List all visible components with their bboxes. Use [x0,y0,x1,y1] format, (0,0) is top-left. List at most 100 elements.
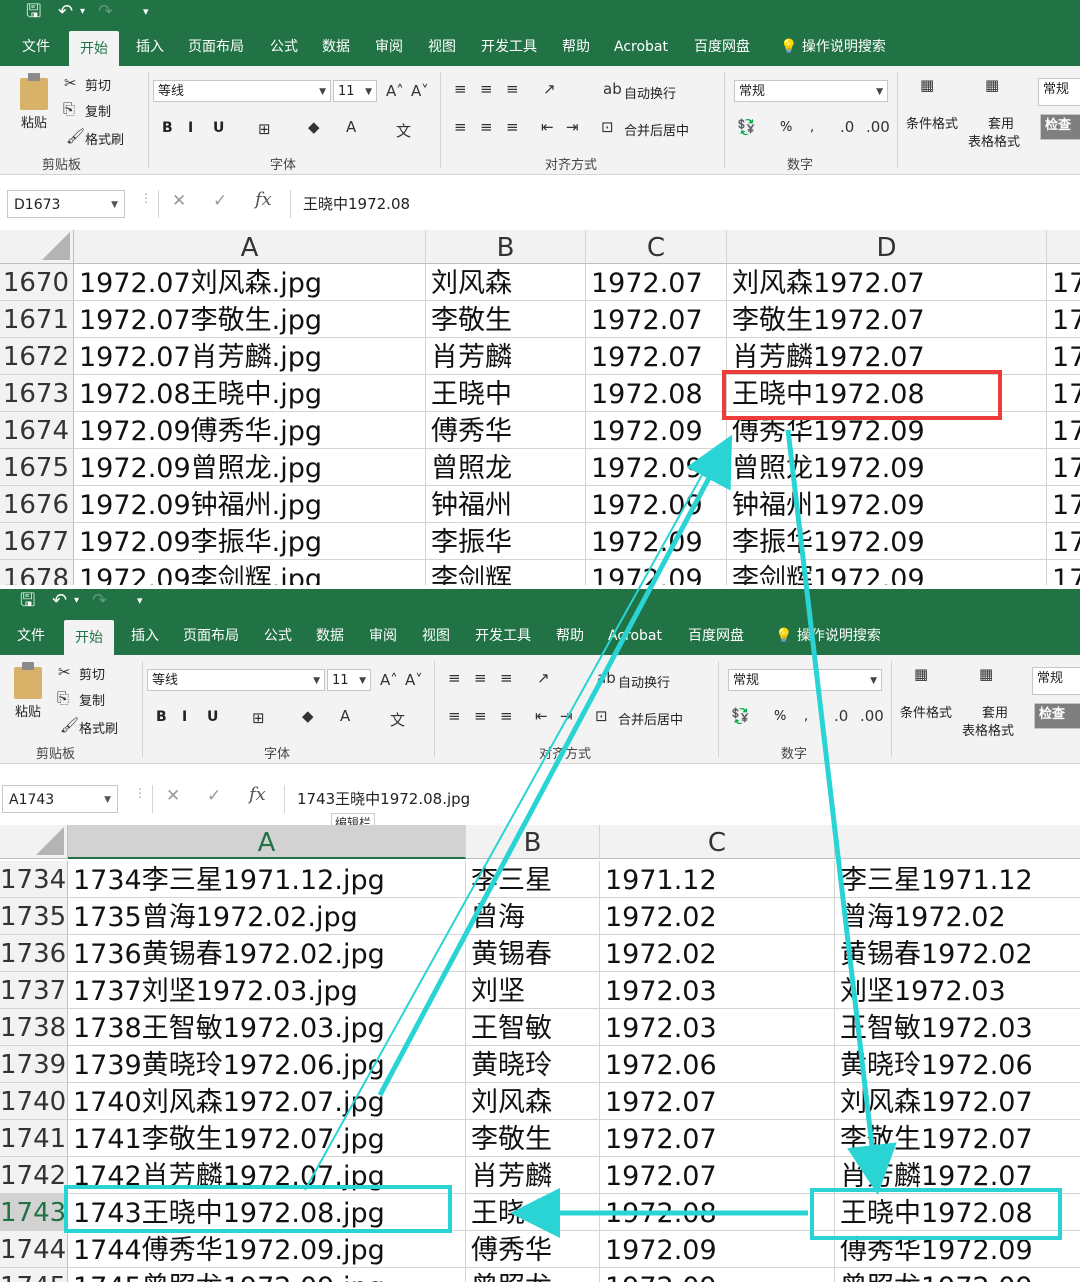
cell-d[interactable]: 李振华1972.09 [727,523,1047,560]
column-header[interactable]: B [466,825,600,859]
tab-6[interactable]: 审阅 [369,615,397,655]
tab-9[interactable]: 帮助 [562,26,590,66]
cell-c[interactable]: 1972.02 [600,898,835,935]
cell-e[interactable]: 17 [1047,412,1080,449]
align-left-icon[interactable]: ≡ [454,118,467,136]
row-header[interactable]: 1735 [0,898,68,935]
cell-b[interactable]: 傅秀华 [426,412,586,449]
cut-button[interactable]: 剪切 [79,664,105,683]
chevron-down-icon[interactable]: ▼ [104,786,111,814]
percent-button[interactable]: % [774,709,786,724]
align-top-icon[interactable]: ≡ [454,80,467,98]
column-header[interactable]: C [600,825,835,859]
font-color-icon[interactable]: A [346,118,356,136]
tell-me-search[interactable]: 💡 操作说明搜索 [780,26,886,66]
cell-d[interactable]: 李敬生1972.07 [727,301,1047,338]
chevron-down-icon[interactable]: ▼ [319,81,326,103]
format-painter-icon[interactable]: 🖌 [60,716,79,734]
row-header[interactable]: 1673 [0,375,74,412]
cell-a[interactable]: 1972.07李敬生.jpg [74,301,426,338]
font-name-select[interactable]: 等线 ▼ [153,80,331,102]
decrease-decimal-icon[interactable]: .00 [866,118,890,136]
cell-c[interactable]: 1972.08 [600,1194,835,1231]
cell-b[interactable]: 王晓中 [426,375,586,412]
cell-a[interactable]: 1972.07刘风森.jpg [74,264,426,301]
cell-style-check[interactable]: 检查 [1034,703,1080,729]
enter-icon[interactable]: ✓ [213,191,227,211]
cell-d[interactable]: 曾海1972.02 [835,898,1080,935]
font-size-select[interactable]: 11 ▼ [333,80,377,102]
cell-b[interactable]: 黄锡春 [466,935,600,972]
row-header[interactable]: 1675 [0,449,74,486]
cell-a[interactable]: 1972.07肖芳麟.jpg [74,338,426,375]
cell-a[interactable]: 1739黄晓玲1972.06.jpg [68,1046,466,1083]
cell-c[interactable]: 1972.07 [600,1157,835,1194]
accounting-icon[interactable]: 💱 [731,707,750,725]
cell-e[interactable]: 17 [1047,375,1080,412]
format-painter-button[interactable]: 格式刷 [85,129,124,148]
cell-c[interactable]: 1972.02 [600,935,835,972]
cell-d[interactable]: 曾照龙1972.09 [727,449,1047,486]
phonetic-icon[interactable]: 文 [396,120,411,141]
format-table-button[interactable]: 套用 [988,113,1014,132]
paste-label[interactable]: 粘贴 [21,112,47,131]
cell-c[interactable]: 1972.09 [586,523,727,560]
wrap-text-icon[interactable]: ab [597,669,616,687]
cell-a[interactable]: 1741李敬生1972.07.jpg [68,1120,466,1157]
accounting-icon[interactable]: 💱 [737,118,756,136]
cell-e[interactable]: 17 [1047,301,1080,338]
redo-icon[interactable]: ↷ [98,0,113,26]
customize-qat-icon[interactable]: ▾ [137,589,143,615]
tab-1[interactable]: 开始 [64,620,114,655]
tab-3[interactable]: 页面布局 [183,615,239,655]
cell-a[interactable]: 1745曾照龙1972.09.jpg [68,1268,466,1282]
decrease-font-icon[interactable]: A˅ [405,671,423,689]
cell-d[interactable]: 李剑辉1972.09 [727,560,1047,585]
cell-a[interactable]: 1972.09李振华.jpg [74,523,426,560]
cell-b[interactable]: 李三星 [466,861,600,898]
cell-d[interactable]: 李三星1971.12 [835,861,1080,898]
merge-icon[interactable]: ⊡ [601,118,614,136]
cell-b[interactable]: 曾照龙 [426,449,586,486]
borders-icon[interactable]: ⊞ [258,120,271,138]
cell-a[interactable]: 1972.09李剑辉.jpg [74,560,426,585]
chevron-down-icon[interactable]: ▼ [111,191,118,219]
column-header[interactable]: A [68,825,466,859]
format-table-icon[interactable]: ▦ [979,665,993,683]
cell-b[interactable]: 王智敏 [466,1009,600,1046]
tab-11[interactable]: 百度网盘 [688,615,744,655]
row-header[interactable]: 1742 [0,1157,68,1194]
conditional-format-icon[interactable]: ▦ [920,76,934,94]
column-header[interactable] [1047,230,1080,264]
borders-icon[interactable]: ⊞ [252,709,265,727]
cell-a[interactable]: 1734李三星1971.12.jpg [68,861,466,898]
name-box[interactable]: A1743 ▼ [2,785,118,813]
row-header[interactable]: 1738 [0,1009,68,1046]
undo-icon[interactable]: ↶ [52,589,67,615]
cell-d[interactable]: 曾照龙1972.09 [835,1268,1080,1282]
cell-a[interactable]: 1972.09傅秀华.jpg [74,412,426,449]
column-header[interactable]: B [426,230,586,264]
increase-decimal-icon[interactable]: .0 [840,118,854,136]
align-bottom-icon[interactable]: ≡ [500,669,513,687]
formula-input[interactable]: 王晓中1972.08 [303,193,410,214]
italic-button[interactable]: I [188,120,193,136]
tab-11[interactable]: 百度网盘 [694,26,750,66]
cell-c[interactable]: 1971.12 [600,861,835,898]
cell-e[interactable]: 17 [1047,560,1080,585]
percent-button[interactable]: % [780,120,792,135]
comma-button[interactable]: , [810,120,814,135]
decrease-indent-icon[interactable]: ⇤ [541,118,554,136]
paste-button[interactable] [20,73,48,110]
cell-c[interactable]: 1972.07 [600,1120,835,1157]
row-header[interactable]: 1677 [0,523,74,560]
row-header[interactable]: 1671 [0,301,74,338]
tab-8[interactable]: 开发工具 [481,26,537,66]
wrap-text-button[interactable]: 自动换行 [618,672,670,691]
cell-b[interactable]: 刘风森 [466,1083,600,1120]
tab-8[interactable]: 开发工具 [475,615,531,655]
cell-c[interactable]: 1972.03 [600,972,835,1009]
cell-a[interactable]: 1972.09钟福州.jpg [74,486,426,523]
decrease-decimal-icon[interactable]: .00 [860,707,884,725]
tab-3[interactable]: 页面布局 [188,26,244,66]
